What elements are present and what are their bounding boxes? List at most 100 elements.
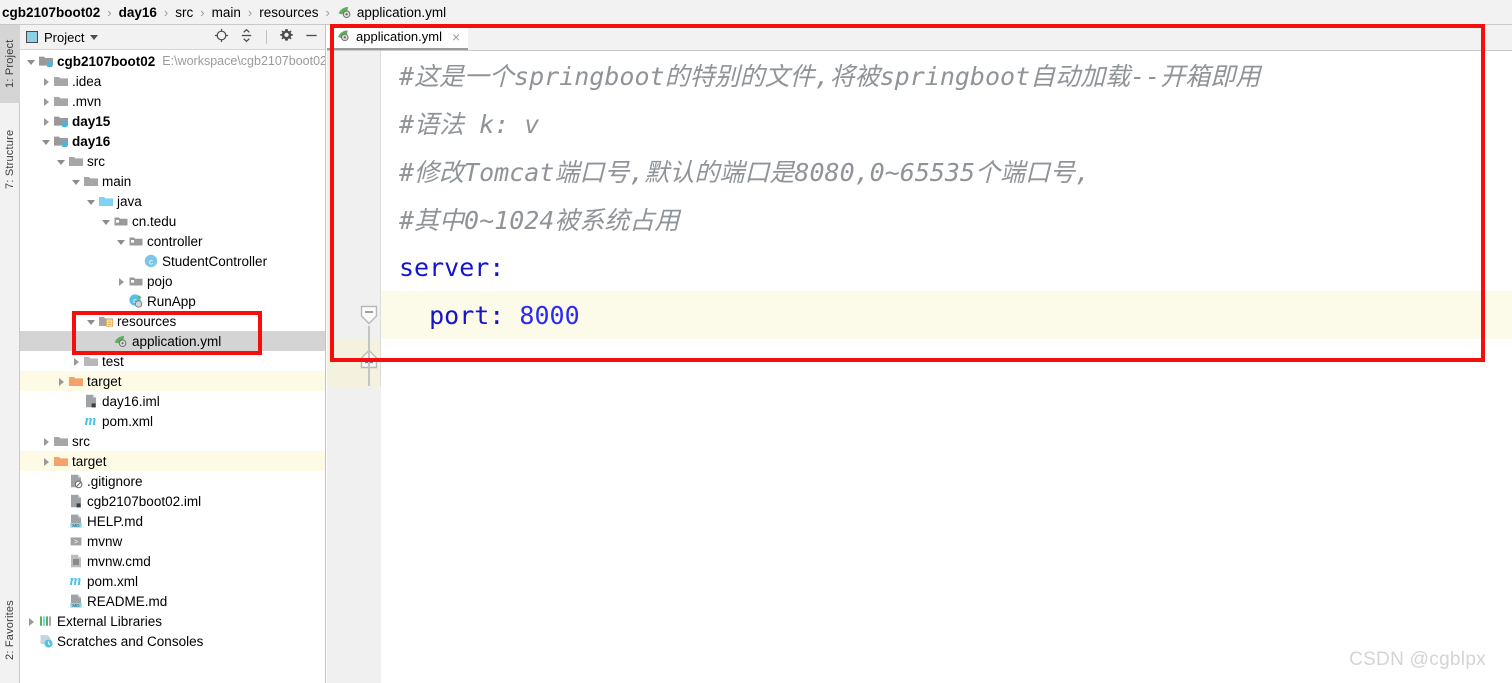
tree-row[interactable]: resources xyxy=(20,311,325,331)
tree-row[interactable]: pojo xyxy=(20,271,325,291)
breadcrumb-item-main[interactable]: main xyxy=(212,5,241,20)
tool-button-structure[interactable]: 7: Structure xyxy=(0,111,20,207)
markdown-file-icon: MD xyxy=(67,593,84,609)
chevron-right-icon[interactable] xyxy=(41,76,52,87)
editor-tab-application-yml[interactable]: application.yml × xyxy=(327,25,469,50)
chevron-down-icon[interactable] xyxy=(101,216,112,227)
code-line[interactable]: server: xyxy=(381,243,1512,291)
tree-row[interactable]: src xyxy=(20,431,325,451)
tree-row-label: day16 xyxy=(72,133,111,149)
folder-icon xyxy=(52,433,69,449)
project-tree[interactable]: cgb2107boot02 E:\workspace\cgb2107boot02.… xyxy=(20,51,325,683)
code-line[interactable]: #修改Tomcat端口号,默认的端口是8080,0~65535个端口号, xyxy=(381,147,1512,195)
tree-row[interactable]: src xyxy=(20,151,325,171)
tree-row[interactable]: .mvn xyxy=(20,91,325,111)
tree-row[interactable]: day16.iml xyxy=(20,391,325,411)
svg-text:MD: MD xyxy=(72,603,80,608)
chevron-down-icon[interactable] xyxy=(86,316,97,327)
breadcrumb-item-src[interactable]: src xyxy=(175,5,193,20)
breadcrumb-item-application-yml[interactable]: application.yml xyxy=(337,4,446,20)
tree-row[interactable]: target xyxy=(20,451,325,471)
tree-row[interactable]: cgb2107boot02 E:\workspace\cgb2107boot02 xyxy=(20,51,325,71)
tree-row[interactable]: c RunApp xyxy=(20,291,325,311)
tree-row[interactable]: External Libraries xyxy=(20,611,325,631)
breadcrumb-item-cgb2107boot02[interactable]: cgb2107boot02 xyxy=(2,5,100,20)
tree-row[interactable]: day16 xyxy=(20,131,325,151)
tree-row[interactable]: cgb2107boot02.iml xyxy=(20,491,325,511)
tree-row[interactable]: application.yml xyxy=(20,331,325,351)
chevron-right-icon[interactable] xyxy=(56,376,67,387)
chevron-right-icon[interactable] xyxy=(41,456,52,467)
gear-icon[interactable] xyxy=(279,28,294,46)
code-line[interactable]: port: 8000 xyxy=(381,291,1512,339)
tree-row[interactable]: MD README.md xyxy=(20,591,325,611)
chevron-right-icon[interactable] xyxy=(41,436,52,447)
chevron-down-icon[interactable] xyxy=(41,136,52,147)
chevron-down-icon[interactable] xyxy=(26,56,37,67)
tree-row-label: mvnw xyxy=(87,533,123,549)
tree-row[interactable]: > mvnw xyxy=(20,531,325,551)
tree-row[interactable]: target xyxy=(20,371,325,391)
project-view-icon xyxy=(26,31,38,43)
tree-row-label: application.yml xyxy=(132,333,222,349)
tree-row-label: .idea xyxy=(72,73,102,89)
collapse-all-icon[interactable] xyxy=(239,28,254,46)
locate-target-icon[interactable] xyxy=(214,28,229,46)
tree-row[interactable]: .gitignore xyxy=(20,471,325,491)
fold-marker-start[interactable] xyxy=(358,304,380,326)
chevron-right-icon[interactable] xyxy=(116,276,127,287)
tree-row[interactable]: controller xyxy=(20,231,325,251)
tree-row[interactable]: MD HELP.md xyxy=(20,511,325,531)
project-view-selector[interactable]: Project xyxy=(26,30,99,45)
close-icon[interactable]: × xyxy=(452,30,460,44)
breadcrumb-item-resources[interactable]: resources xyxy=(259,5,318,20)
package-icon xyxy=(127,233,144,249)
tree-row[interactable]: .idea xyxy=(20,71,325,91)
code-line[interactable]: #这是一个springboot的特别的文件,将被springboot自动加载--… xyxy=(381,51,1512,99)
breadcrumb-item-label: day16 xyxy=(118,4,157,20)
tree-row[interactable]: m pom.xml xyxy=(20,571,325,591)
chevron-right-icon[interactable] xyxy=(41,96,52,107)
tree-row[interactable]: m pom.xml xyxy=(20,411,325,431)
chevron-right-icon[interactable] xyxy=(26,616,37,627)
svg-text:>: > xyxy=(73,539,77,546)
breadcrumb-item-label: main xyxy=(211,4,241,20)
chevron-down-icon[interactable] xyxy=(71,176,82,187)
chevron-down-icon[interactable] xyxy=(56,156,67,167)
chevron-right-icon[interactable] xyxy=(41,116,52,127)
code-line[interactable]: #语法 k: v xyxy=(381,99,1512,147)
chevron-down-icon[interactable] xyxy=(90,34,99,40)
runnable-class-icon: c xyxy=(127,293,144,309)
tree-row[interactable]: main xyxy=(20,171,325,191)
project-tool-window: Project cgb2107boot02 E:\workspace\cgb21… xyxy=(20,25,326,683)
code-canvas[interactable]: #这是一个springboot的特别的文件,将被springboot自动加载--… xyxy=(327,51,1512,683)
chevron-down-icon[interactable] xyxy=(86,196,97,207)
chevron-right-icon[interactable] xyxy=(71,356,82,367)
code-line[interactable]: #其中0~1024被系统占用 xyxy=(381,195,1512,243)
tree-row[interactable]: Scratches and Consoles xyxy=(20,631,325,651)
code-lines[interactable]: #这是一个springboot的特别的文件,将被springboot自动加载--… xyxy=(381,51,1512,339)
excluded-folder-icon xyxy=(52,453,69,469)
code-text: #修改Tomcat端口号,默认的端口是8080,0~65535个端口号, xyxy=(399,158,1091,187)
toolbar-divider xyxy=(266,30,267,44)
tree-row[interactable]: c StudentController xyxy=(20,251,325,271)
chevron-down-icon[interactable] xyxy=(116,236,127,247)
tool-button-favorites[interactable]: 2: Favorites xyxy=(0,580,20,680)
minimize-icon[interactable] xyxy=(304,28,319,46)
tree-row[interactable]: day15 xyxy=(20,111,325,131)
breadcrumb-item-day16[interactable]: day16 xyxy=(119,5,157,20)
tree-row[interactable]: java xyxy=(20,191,325,211)
tree-row[interactable]: mvnw.cmd xyxy=(20,551,325,571)
tree-row[interactable]: cn.tedu xyxy=(20,211,325,231)
breadcrumb-separator: › xyxy=(163,4,169,20)
scratches-icon xyxy=(37,633,54,649)
tool-button-project[interactable]: 1: Project xyxy=(0,25,20,103)
tree-row-label: resources xyxy=(117,313,177,329)
tree-row[interactable]: test xyxy=(20,351,325,371)
